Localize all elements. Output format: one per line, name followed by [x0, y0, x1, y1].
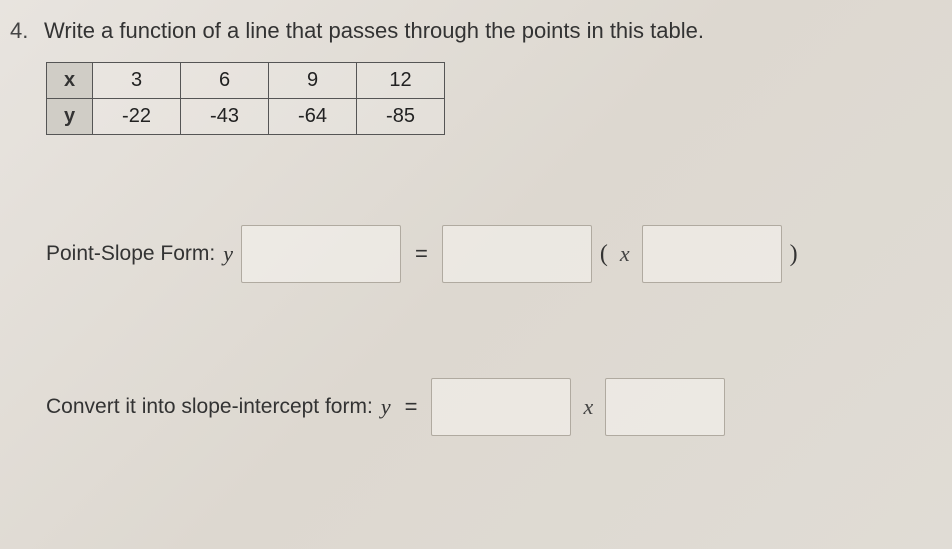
x-variable: x: [583, 394, 593, 420]
slope-intercept-label: Convert it into slope-intercept form:: [46, 395, 373, 419]
x-cell: 12: [357, 63, 445, 99]
equals-sign: =: [405, 394, 418, 420]
blank-input-2[interactable]: [442, 225, 592, 283]
data-table: x 3 6 9 12 y -22 -43 -64 -85: [46, 62, 922, 135]
y-cell: -43: [181, 99, 269, 135]
question-row: 4. Write a function of a line that passe…: [10, 18, 922, 44]
blank-input-4[interactable]: [431, 378, 571, 436]
slope-intercept-row: Convert it into slope-intercept form: y =…: [46, 378, 922, 436]
close-paren: ): [790, 241, 798, 268]
equals-sign: =: [415, 241, 428, 267]
blank-input-1[interactable]: [241, 225, 401, 283]
table-row: x 3 6 9 12: [47, 63, 445, 99]
y-cell: -64: [269, 99, 357, 135]
question-text: Write a function of a line that passes t…: [44, 18, 704, 44]
y-variable: y: [381, 394, 391, 420]
y-cell: -85: [357, 99, 445, 135]
point-slope-row: Point-Slope Form: y = ( x ): [46, 225, 922, 283]
point-slope-label: Point-Slope Form:: [46, 242, 215, 266]
y-variable: y: [223, 241, 233, 267]
y-cell: -22: [93, 99, 181, 135]
x-cell: 6: [181, 63, 269, 99]
y-row-label: y: [47, 99, 93, 135]
x-cell: 3: [93, 63, 181, 99]
table-row: y -22 -43 -64 -85: [47, 99, 445, 135]
blank-input-3[interactable]: [642, 225, 782, 283]
x-variable: x: [620, 241, 630, 267]
x-row-label: x: [47, 63, 93, 99]
open-paren: (: [600, 241, 608, 268]
question-number: 4.: [10, 18, 34, 44]
x-cell: 9: [269, 63, 357, 99]
blank-input-5[interactable]: [605, 378, 725, 436]
